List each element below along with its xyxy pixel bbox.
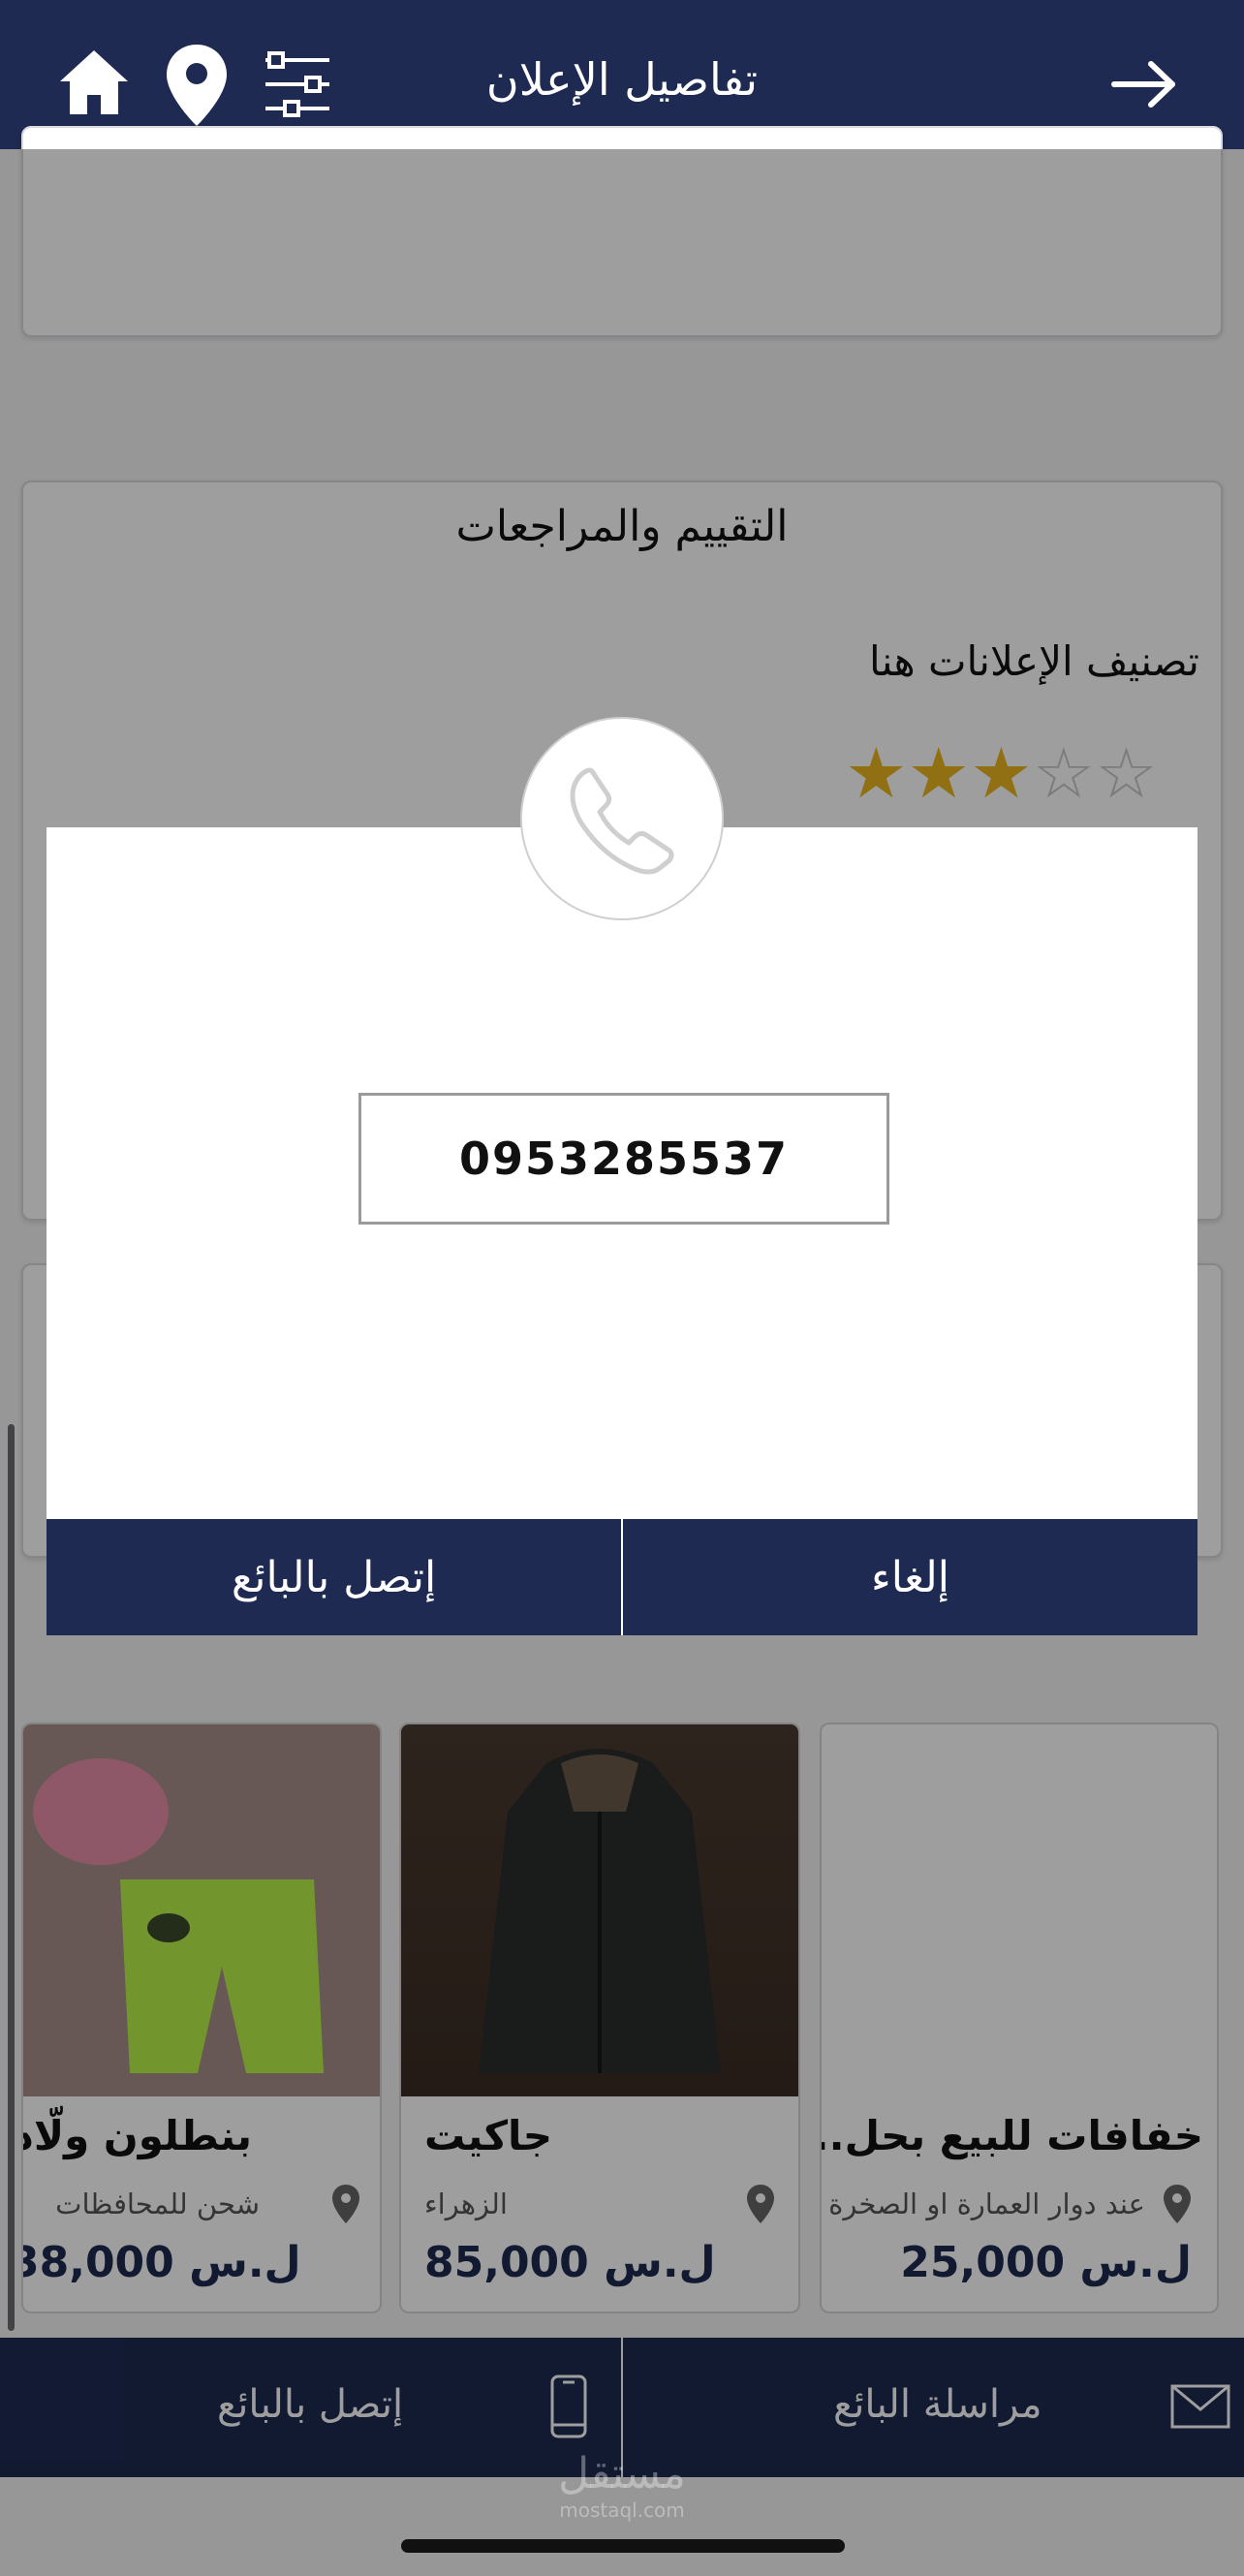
- call-seller-dialog-button[interactable]: إتصل بالبائع: [47, 1519, 621, 1635]
- phone-icon: [565, 761, 679, 876]
- phone-number-display[interactable]: 0953285537: [358, 1093, 889, 1225]
- watermark-arabic: مستقل: [558, 2449, 686, 2498]
- home-indicator[interactable]: [401, 2539, 845, 2553]
- arrow-right-icon[interactable]: [1110, 60, 1178, 109]
- watermark-latin: mostaql.com: [559, 2498, 685, 2522]
- page-title: تفاصيل الإعلان: [485, 53, 759, 106]
- watermark: مستقل mostaql.com: [0, 2449, 1244, 2522]
- cancel-button[interactable]: إلغاء: [623, 1519, 1197, 1635]
- phone-icon-circle: [520, 717, 724, 920]
